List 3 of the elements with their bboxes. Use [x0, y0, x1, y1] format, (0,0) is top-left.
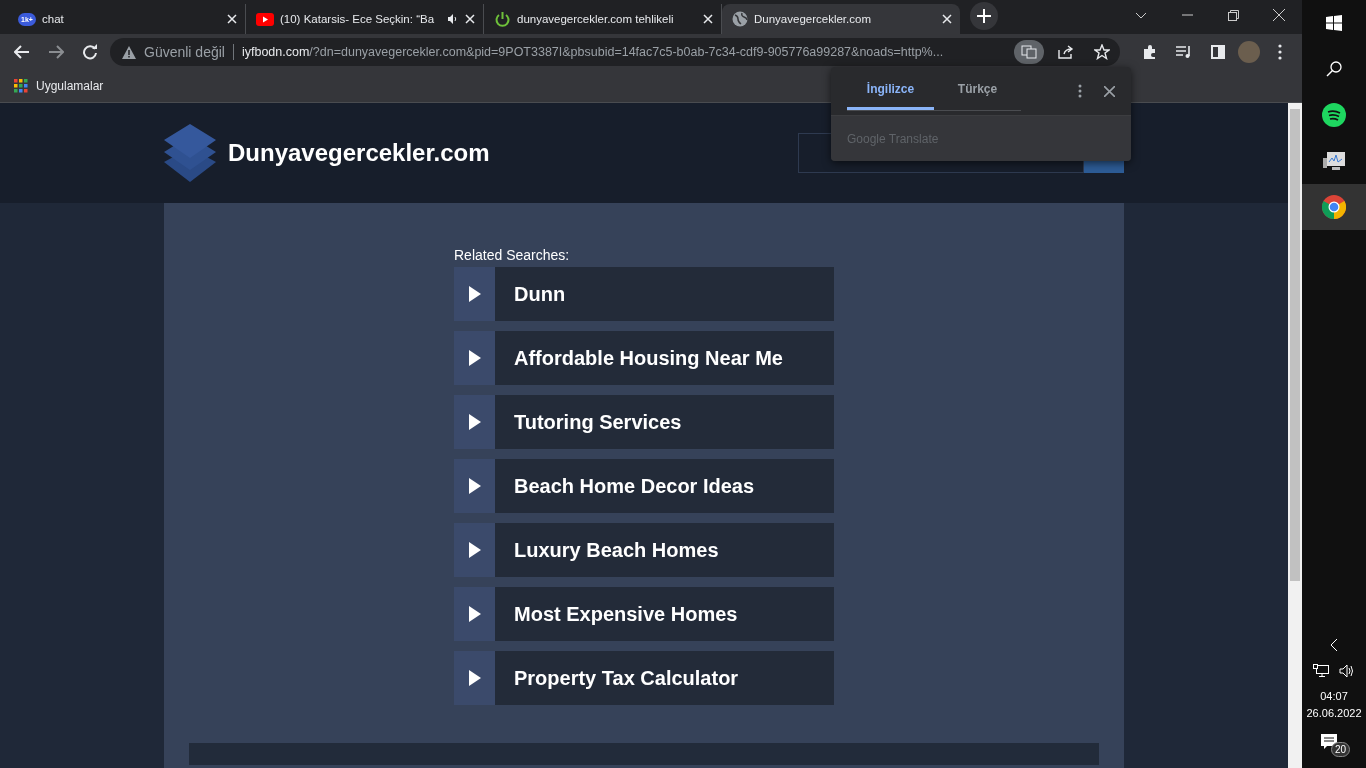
- notification-count: 20: [1331, 742, 1351, 757]
- url-text: iyfbodn.com/?dn=dunyavegercekler.com&pid=9POT3387I&pbsubid=14fac7c5-b0ab-7c34-cdf9-905776a99287&noads=http%...: [241, 45, 945, 59]
- related-searches-label: Related Searches:: [454, 247, 571, 263]
